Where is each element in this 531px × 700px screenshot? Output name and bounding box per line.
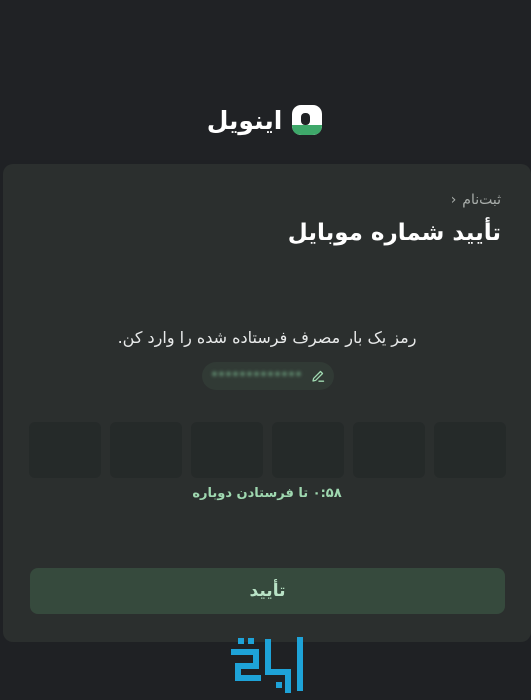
otp-digit-input[interactable] — [191, 422, 263, 478]
resend-countdown: ۰:۵۸ تا فرستادن دوباره — [192, 486, 342, 501]
otp-input-group — [29, 422, 529, 480]
page-title: تأیید شماره موبایل — [287, 220, 501, 246]
app-logo-icon — [292, 105, 323, 135]
phone-number-chip[interactable]: ************* — [202, 362, 334, 390]
brand-name: اینویل — [206, 105, 283, 135]
brand-header: اینویل — [0, 100, 531, 140]
instruction-text: رمز یک بار مصرف فرستاده شده را وارد کن. — [117, 328, 417, 347]
otp-digit-input[interactable] — [434, 422, 506, 478]
breadcrumb-label[interactable]: ثبت‌نام — [462, 192, 501, 208]
otp-digit-input[interactable] — [353, 422, 425, 478]
otp-digit-input[interactable] — [29, 422, 101, 478]
masked-phone-number: ************* — [211, 369, 303, 383]
chevron-icon: ‹ — [450, 192, 457, 208]
breadcrumb[interactable]: ثبت‌نام ‹ — [451, 192, 501, 208]
otp-digit-input[interactable] — [272, 422, 344, 478]
watermark-logo-icon — [231, 637, 303, 693]
verification-card: ثبت‌نام ‹ تأیید شماره موبایل رمز یک بار … — [3, 164, 531, 642]
edit-pencil-icon[interactable] — [311, 369, 325, 383]
otp-digit-input[interactable] — [110, 422, 182, 478]
confirm-button[interactable]: تأیید — [30, 568, 505, 614]
